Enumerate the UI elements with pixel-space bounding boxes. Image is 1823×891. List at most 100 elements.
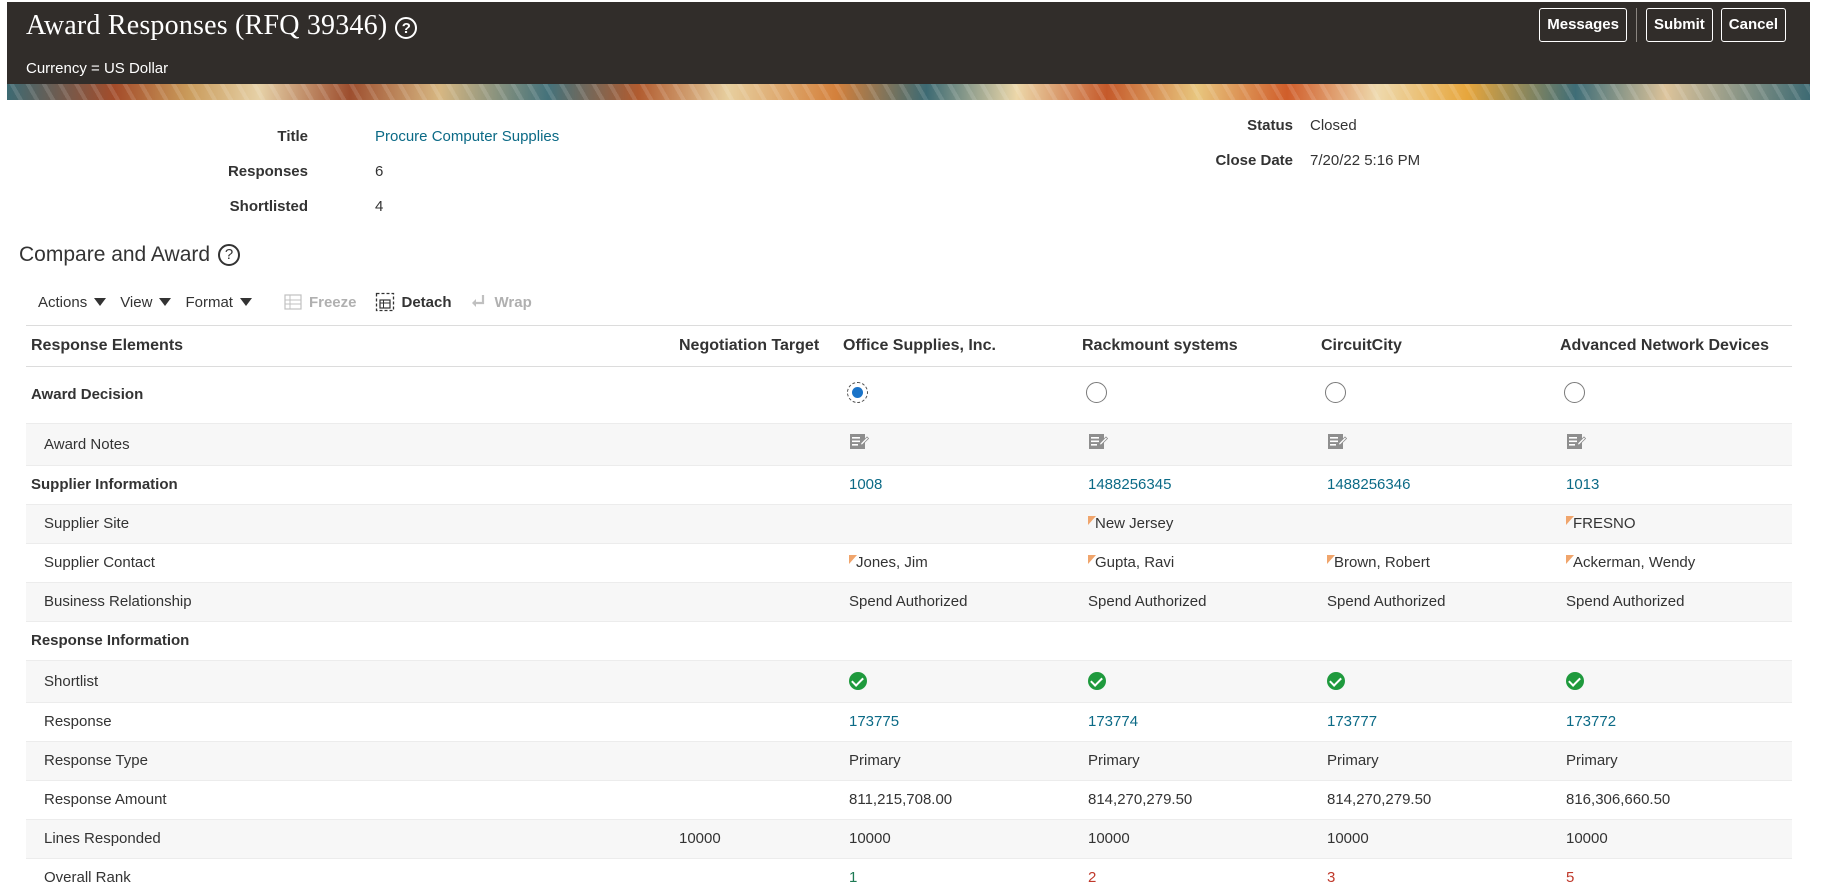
view-menu-label: View [120,293,153,311]
supplier-site-cell: New Jersey [1077,504,1316,544]
check-circle-icon [1566,672,1584,691]
shortlisted-value: 4 [375,198,384,215]
format-menu-label: Format [185,293,233,311]
notes-cell [1555,423,1792,466]
row-label: Award Decision [26,366,674,424]
row-label: Business Relationship [26,582,674,622]
table-row-shortlist: Shortlist [26,660,1792,703]
column-header-elements[interactable]: Response Elements [26,326,674,367]
edit-notes-icon[interactable] [1327,432,1348,456]
supplier-contact-cell: Brown, Robert [1316,543,1555,583]
row-label: Response Information [26,621,674,661]
response-cell: 173774 [1077,702,1316,742]
section-help-icon[interactable]: ? [218,244,241,267]
supplier-number-link[interactable]: 1008 [849,476,882,493]
close-date-label: Close Date [1215,152,1293,169]
lines-cell: 10000 [1316,819,1555,859]
empty-cell [838,621,1077,661]
relationship-cell: Spend Authorized [1555,582,1792,622]
shortlist-cell [1077,660,1316,703]
column-header-supplier[interactable]: Rackmount systems [1077,326,1316,367]
relationship-cell: Spend Authorized [1077,582,1316,622]
award-radio[interactable] [847,382,868,403]
supplier-contact-value: Ackerman, Wendy [1573,554,1696,571]
target-cell [674,858,838,891]
table-row-response-amount: Response Amount 811,215,708.00 814,270,2… [26,780,1792,820]
row-label: Shortlist [26,660,674,703]
award-radio[interactable] [1086,382,1107,403]
target-cell [674,504,838,544]
empty-cell [1555,621,1792,661]
compare-table: Response Elements Negotiation Target Off… [26,325,1792,891]
amount-cell: 814,270,279.50 [1316,780,1555,820]
shortlist-cell [1316,660,1555,703]
supplier-number-link[interactable]: 1488256346 [1327,476,1410,493]
supplier-site-cell [1316,504,1555,544]
page-title-text: Award Responses (RFQ 39346) [26,10,388,41]
notes-cell [1077,423,1316,466]
table-row-award-decision: Award Decision [26,366,1792,424]
status-label: Status [1247,117,1293,134]
wrap-button[interactable]: Wrap [470,293,532,311]
column-header-target[interactable]: Negotiation Target [674,326,838,367]
award-cell [1555,366,1792,424]
column-header-supplier[interactable]: Office Supplies, Inc. [838,326,1077,367]
view-menu[interactable]: View [120,293,172,311]
award-radio[interactable] [1564,382,1585,403]
row-label: Award Notes [26,423,674,466]
page-title: Award Responses (RFQ 39346)? [26,10,418,42]
header-divider [1635,8,1637,42]
section-title-text: Compare and Award [19,243,211,266]
submit-button[interactable]: Submit [1645,8,1713,42]
shortlisted-label: Shortlisted [229,198,308,215]
shortlist-cell [1555,660,1792,703]
help-icon[interactable]: ? [395,16,418,39]
column-header-supplier[interactable]: Advanced Network Devices [1555,326,1792,367]
supplier-site-cell: FRESNO [1555,504,1792,544]
actions-menu[interactable]: Actions [38,294,107,311]
edit-notes-icon[interactable] [1088,432,1109,456]
response-link[interactable]: 173777 [1327,713,1377,730]
award-cell [838,366,1077,424]
row-label: Supplier Information [26,465,674,505]
response-type-cell: Primary [1316,741,1555,781]
format-menu[interactable]: Format [185,294,252,311]
header-banner-image [7,84,1810,100]
table-row-response-type: Response Type Primary Primary Primary Pr… [26,741,1792,781]
award-cell [1077,366,1316,424]
edit-notes-icon[interactable] [849,432,870,456]
amount-cell: 814,270,279.50 [1077,780,1316,820]
check-circle-icon [1327,672,1345,691]
rank-cell: 3 [1316,858,1555,891]
supplier-number-cell: 1008 [838,465,1077,505]
empty-cell [1316,621,1555,661]
wrap-icon [470,293,488,311]
table-toolbar: Actions View Format Freeze Detach Wrap [38,292,532,312]
supplier-number-link[interactable]: 1488256345 [1088,476,1171,493]
award-cell [1316,366,1555,424]
response-link[interactable]: 173774 [1088,713,1138,730]
column-header-supplier[interactable]: CircuitCity [1316,326,1555,367]
supplier-contact-cell: Ackerman, Wendy [1555,543,1792,583]
supplier-number-cell: 1488256345 [1077,465,1316,505]
target-cell [674,741,838,781]
target-cell [674,423,838,466]
freeze-label: Freeze [308,293,357,311]
edit-notes-icon[interactable] [1566,432,1587,456]
title-link[interactable]: Procure Computer Supplies [375,128,559,145]
award-radio[interactable] [1325,382,1346,403]
table-row-overall-rank: Overall Rank 1 2 3 5 [26,858,1792,891]
freeze-button[interactable]: Freeze [284,293,357,311]
messages-button[interactable]: Messages [1539,8,1627,42]
responses-value: 6 [375,163,384,180]
target-cell [674,465,838,505]
response-link[interactable]: 173775 [849,713,899,730]
lines-cell: 10000 [1555,819,1792,859]
cancel-button[interactable]: Cancel [1720,8,1786,42]
detach-button[interactable]: Detach [375,292,452,312]
caret-down-icon [94,298,107,306]
supplier-number-link[interactable]: 1013 [1566,476,1599,493]
caret-down-icon [159,298,172,306]
response-link[interactable]: 173772 [1566,713,1616,730]
supplier-site-cell [838,504,1077,544]
